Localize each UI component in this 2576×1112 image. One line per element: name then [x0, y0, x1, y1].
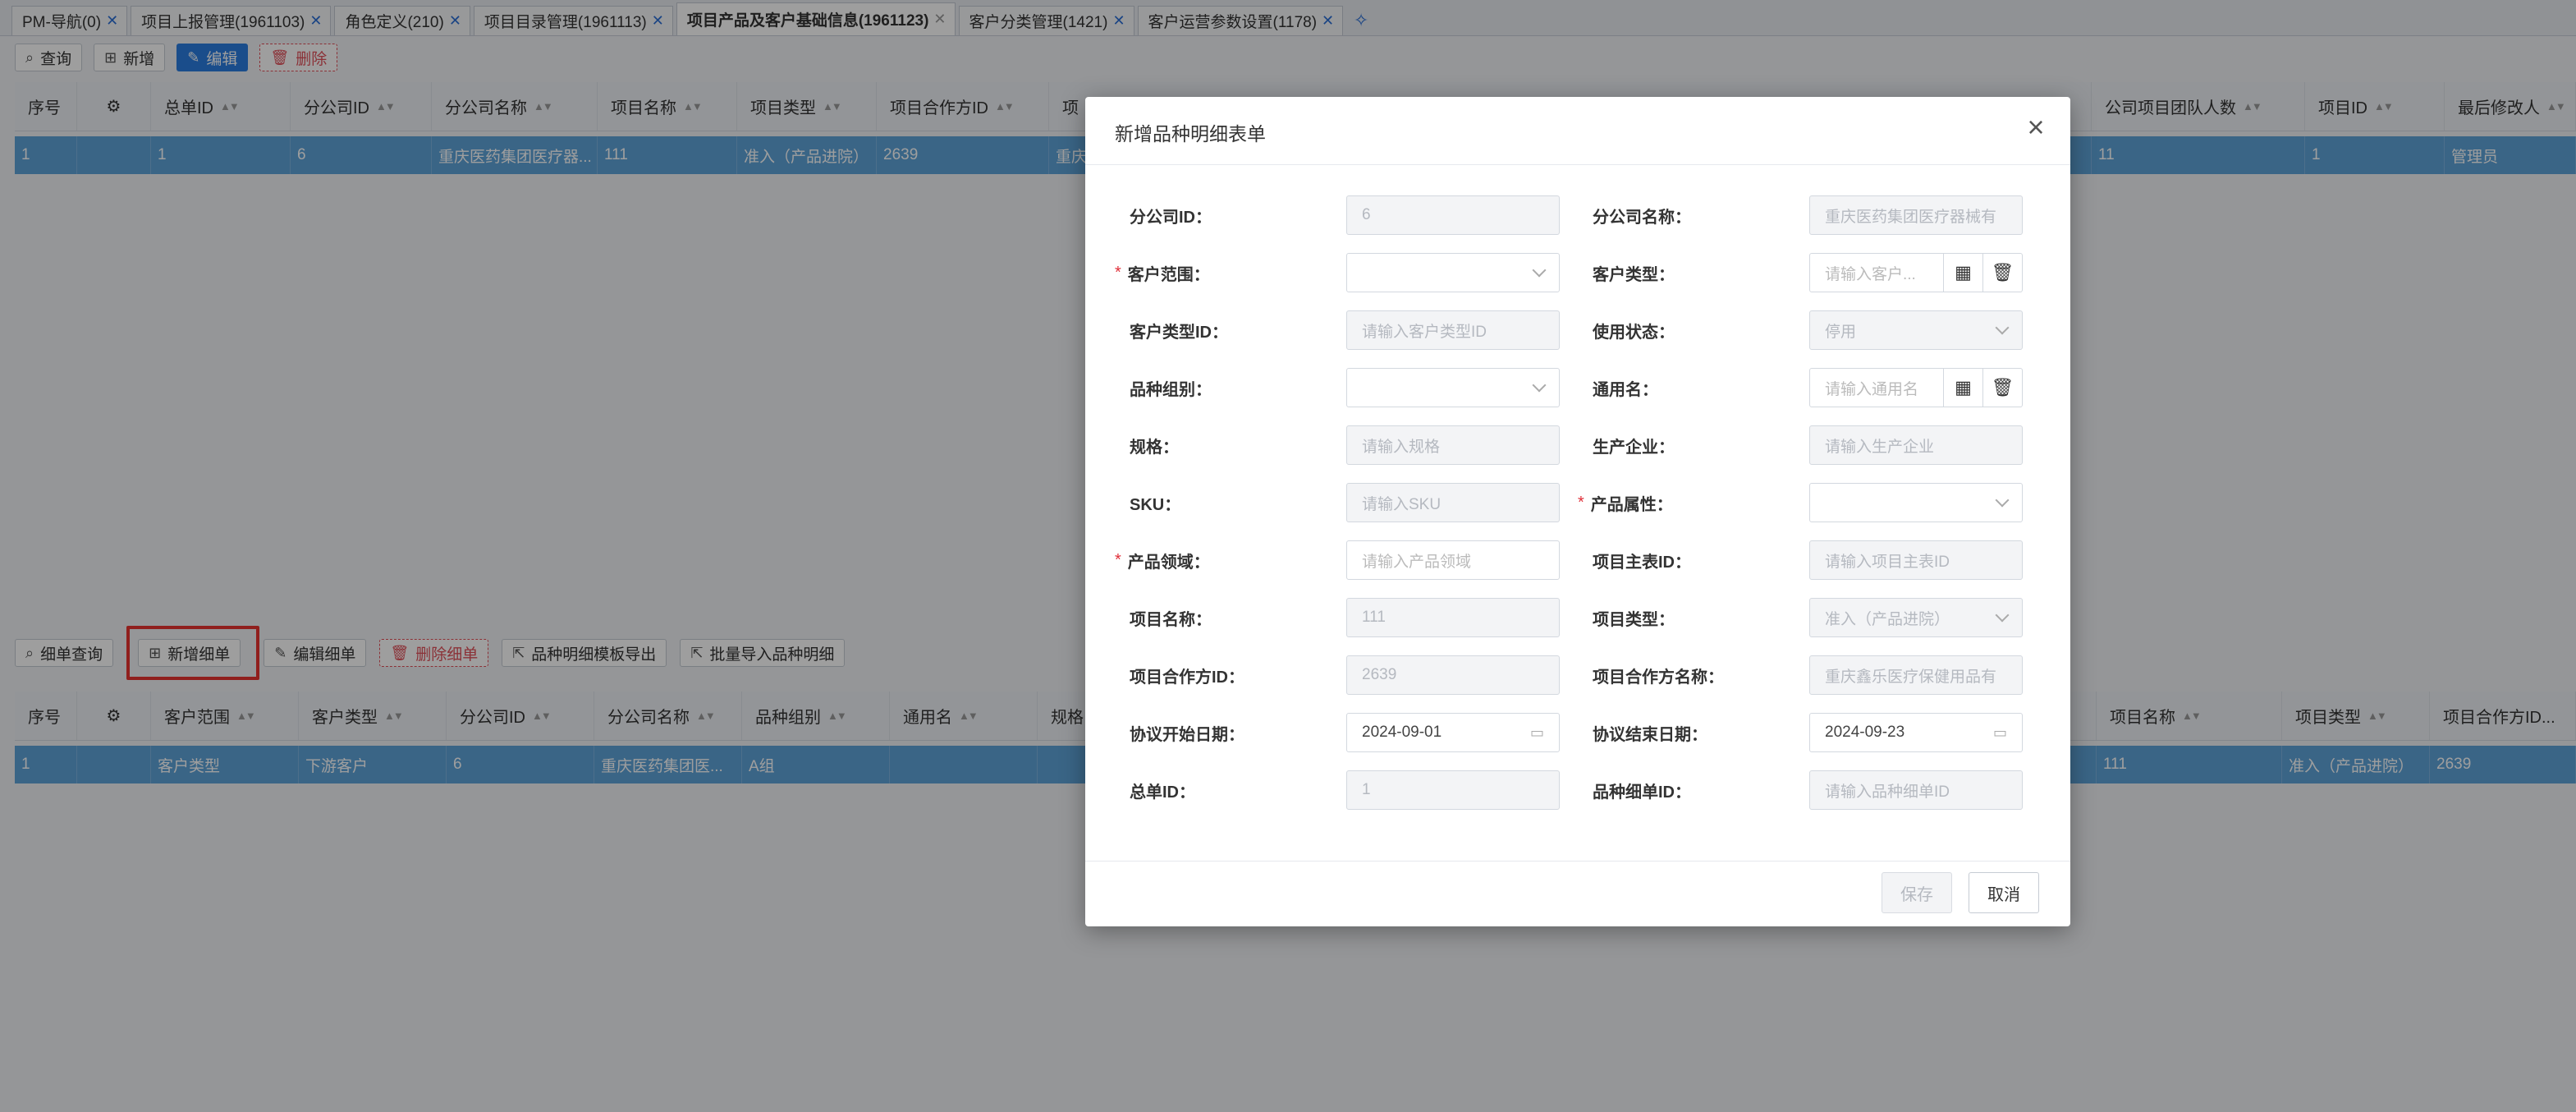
variety-group-label: 品种组别： [1130, 380, 1212, 399]
close-icon[interactable]: × [2021, 113, 2051, 143]
divider [1085, 164, 2070, 165]
manufacturer-label: 生产企业： [1593, 438, 1675, 457]
form-row: 项目名称： 111 项目类型： 准入（产品进院） [1085, 598, 2070, 637]
generic-name-input[interactable]: 请输入通用名 [1809, 368, 1944, 407]
partner-id-field: 2639 [1346, 655, 1560, 695]
product-domain-input[interactable]: 请输入产品领域 [1346, 540, 1560, 580]
variety-group-select[interactable] [1346, 368, 1560, 407]
sku-field: 请输入SKU [1346, 483, 1560, 522]
partner-name-label: 项目合作方名称： [1593, 668, 1724, 687]
branch-name-label: 分公司名称： [1593, 208, 1691, 227]
sku-label: SKU： [1130, 495, 1181, 514]
form-row: * 客户范围： 客户类型： 请输入客户... ▦ 🗑 [1085, 253, 2070, 292]
chevron-down-icon [1995, 484, 2010, 522]
form-row: 客户类型ID： 请输入客户类型ID 使用状态： 停用 [1085, 310, 2070, 350]
customer-type-label: 客户类型： [1593, 265, 1675, 284]
customer-type-input[interactable]: 请输入客户... [1809, 253, 1944, 292]
form-row: 协议开始日期： 2024-09-01 ▭ 协议结束日期： 2024-09-23 ▭ [1085, 713, 2070, 752]
required-mark: * [1578, 493, 1584, 512]
chevron-down-icon [1995, 599, 2010, 636]
form-row: 项目合作方ID： 2639 项目合作方名称： 重庆鑫乐医疗保健用品有 [1085, 655, 2070, 695]
spec-field: 请输入规格 [1346, 425, 1560, 465]
form-row: 总单ID： 1 品种细单ID： 请输入品种细单ID [1085, 770, 2070, 810]
modal-title: 新增品种明细表单 [1115, 123, 1266, 145]
project-name-field: 111 [1346, 598, 1560, 637]
grid-picker-icon[interactable]: ▦ [1944, 253, 1983, 292]
branch-id-label: 分公司ID： [1130, 208, 1212, 227]
manufacturer-field: 请输入生产企业 [1809, 425, 2023, 465]
agreement-start-date-input[interactable]: 2024-09-01 ▭ [1346, 713, 1560, 752]
add-variety-detail-modal: 新增品种明细表单 × 分公司ID： 6 分公司名称： 重庆医药集团医疗器械有 *… [1085, 97, 2070, 926]
chevron-down-icon [1995, 311, 2010, 349]
branch-name-field: 重庆医药集团医疗器械有 [1809, 195, 2023, 235]
customer-type-id-field: 请输入客户类型ID [1346, 310, 1560, 350]
calendar-icon[interactable]: ▭ [1530, 714, 1544, 751]
customer-scope-select[interactable] [1346, 253, 1560, 292]
detail-id-label: 品种细单ID： [1593, 783, 1691, 802]
partner-id-label: 项目合作方ID： [1130, 668, 1244, 687]
product-attr-select[interactable] [1809, 483, 2023, 522]
required-mark: * [1115, 550, 1121, 569]
project-type-label: 项目类型： [1593, 610, 1675, 629]
trash-icon[interactable]: 🗑 [1983, 253, 2023, 292]
form-row: 规格： 请输入规格 生产企业： 请输入生产企业 [1085, 425, 2070, 465]
master-id-label: 总单ID： [1130, 783, 1195, 802]
form-row: 分公司ID： 6 分公司名称： 重庆医药集团医疗器械有 [1085, 195, 2070, 235]
divider [1085, 861, 2070, 862]
required-mark: * [1115, 263, 1121, 282]
spec-label: 规格： [1130, 438, 1179, 457]
chevron-down-icon [1532, 254, 1547, 292]
save-button[interactable]: 保存 [1882, 872, 1952, 913]
partner-name-field: 重庆鑫乐医疗保健用品有 [1809, 655, 2023, 695]
customer-scope-label: * 客户范围： [1115, 263, 1210, 284]
project-master-id-label: 项目主表ID： [1593, 553, 1691, 572]
form-row: SKU： 请输入SKU * 产品属性： [1085, 483, 2070, 522]
product-attr-label: * 产品属性： [1578, 493, 1673, 514]
project-master-id-field: 请输入项目主表ID [1809, 540, 2023, 580]
form-row: 品种组别： 通用名： 请输入通用名 ▦ 🗑 [1085, 368, 2070, 407]
usage-status-select: 停用 [1809, 310, 2023, 350]
master-id-field: 1 [1346, 770, 1560, 810]
project-type-select: 准入（产品进院） [1809, 598, 2023, 637]
chevron-down-icon [1532, 369, 1547, 407]
trash-icon[interactable]: 🗑 [1983, 368, 2023, 407]
calendar-icon[interactable]: ▭ [1993, 714, 2007, 751]
cancel-button[interactable]: 取消 [1969, 872, 2039, 913]
grid-picker-icon[interactable]: ▦ [1944, 368, 1983, 407]
customer-type-id-label: 客户类型ID： [1130, 323, 1228, 342]
agreement-start-label: 协议开始日期： [1130, 725, 1244, 744]
branch-id-field: 6 [1346, 195, 1560, 235]
agreement-end-label: 协议结束日期： [1593, 725, 1707, 744]
detail-id-field: 请输入品种细单ID [1809, 770, 2023, 810]
project-name-label: 项目名称： [1130, 610, 1212, 629]
agreement-end-date-input[interactable]: 2024-09-23 ▭ [1809, 713, 2023, 752]
generic-name-label: 通用名： [1593, 380, 1658, 399]
product-domain-label: * 产品领域： [1115, 550, 1210, 572]
form-row: * 产品领域： 请输入产品领域 项目主表ID： 请输入项目主表ID [1085, 540, 2070, 580]
usage-status-label: 使用状态： [1593, 323, 1675, 342]
